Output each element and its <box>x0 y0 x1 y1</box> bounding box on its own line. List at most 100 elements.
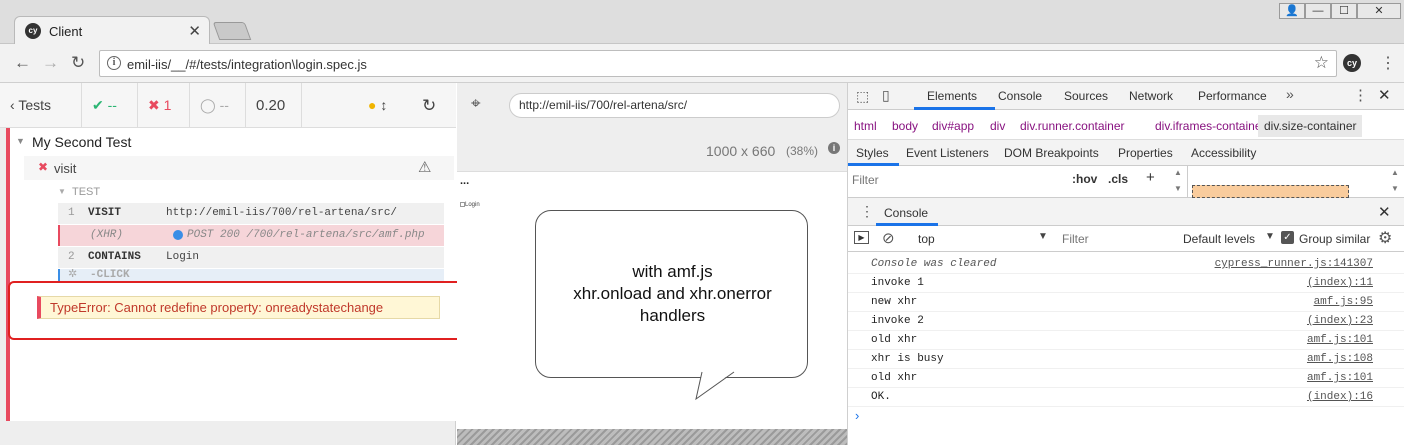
console-source-link[interactable]: amf.js:95 <box>1314 293 1373 312</box>
subtab-accessibility[interactable]: Accessibility <box>1191 146 1256 160</box>
console-message: old xhr amf.js:101 <box>848 369 1404 388</box>
console-settings-gear-icon[interactable]: ⚙ <box>1378 228 1392 248</box>
breadcrumb-item[interactable]: div <box>990 119 1005 133</box>
subtab-dom-breakpoints[interactable]: DOM Breakpoints <box>1004 146 1099 160</box>
new-tab-button[interactable] <box>212 22 252 40</box>
breadcrumb-item[interactable]: div.runner.container <box>1020 119 1125 133</box>
close-window-button[interactable]: ✕ <box>1357 3 1401 19</box>
console-source-link[interactable]: (index):11 <box>1307 274 1373 293</box>
clear-console-icon[interactable]: ⊘ <box>882 229 895 247</box>
bubble-tail <box>695 371 735 401</box>
console-prompt-icon[interactable]: › <box>855 408 859 423</box>
browser-titlebar: cy Client ✕ 👤 — ☐ ✕ <box>0 0 1404 45</box>
viewport-scale: (38%) <box>786 144 819 158</box>
console-source-link[interactable]: (index):16 <box>1307 388 1373 407</box>
subtab-styles[interactable]: Styles <box>856 146 889 160</box>
drawer-close-icon[interactable]: ✕ <box>1378 203 1391 221</box>
box-scroll-down-icon[interactable]: ▼ <box>1391 184 1399 193</box>
caret-down-icon[interactable]: ▼ <box>16 136 25 146</box>
highlight-annotation <box>8 281 484 340</box>
reporter-header: ‹ Tests ✔ -- ✖ 1 ◯ -- 0.20 ● ↕ ↻ <box>0 83 456 128</box>
xhr-row[interactable]: (XHR) POST 200 /700/rel-artena/src/amf.p… <box>58 225 444 246</box>
address-url[interactable]: emil-iis/__/#/tests/integration\login.sp… <box>127 57 367 72</box>
forward-icon[interactable]: → <box>42 53 59 73</box>
breadcrumb-item[interactable]: div.iframes-container <box>1155 119 1265 133</box>
tests-button[interactable]: ‹ Tests <box>0 83 82 128</box>
console-source-link[interactable]: amf.js:101 <box>1307 369 1373 388</box>
console-source-link[interactable]: amf.js:101 <box>1307 331 1373 350</box>
browser-toolbar: ← → ↻ i emil-iis/__/#/tests/integration\… <box>0 44 1404 83</box>
devtools-tabbar: ⬚ ▯ Elements Console Sources Network Per… <box>848 83 1404 110</box>
context-dropdown-icon[interactable]: ▼ <box>1038 231 1048 242</box>
cls-toggle[interactable]: .cls <box>1108 172 1128 186</box>
auto-scroll-toggle[interactable]: ● ↕ <box>302 83 412 128</box>
browser-tab[interactable]: cy Client ✕ <box>14 16 210 45</box>
command-name: CONTAINS <box>88 251 141 263</box>
console-source-link[interactable]: cypress_runner.js:141307 <box>1215 255 1373 274</box>
console-source-link[interactable]: amf.js:108 <box>1307 350 1373 369</box>
breadcrumb-item[interactable]: body <box>892 119 918 133</box>
address-bar[interactable]: i emil-iis/__/#/tests/integration\login.… <box>99 50 1337 77</box>
maximize-button[interactable]: ☐ <box>1331 3 1357 19</box>
devtools-close-icon[interactable]: ✕ <box>1378 86 1391 104</box>
tab-network[interactable]: Network <box>1129 89 1173 103</box>
rerun-icon[interactable]: ↻ <box>412 83 456 128</box>
scroll-up-icon[interactable]: ▲ <box>1174 168 1182 177</box>
chevron-left-icon: ‹ <box>10 97 15 113</box>
scroll-down-icon[interactable]: ▼ <box>1174 184 1182 193</box>
back-icon[interactable]: ← <box>14 53 31 73</box>
caret-down-icon[interactable]: ▼ <box>58 187 66 196</box>
subtab-event-listeners[interactable]: Event Listeners <box>906 146 989 160</box>
styles-filter-input[interactable] <box>852 170 1060 190</box>
breadcrumb-item[interactable]: html <box>854 119 877 133</box>
xhr-dot-icon <box>173 230 183 240</box>
test-row[interactable]: ✖ visit ⚠ <box>24 156 454 180</box>
command-row[interactable]: 1 VISIT http://emil-iis/700/rel-artena/s… <box>58 203 444 224</box>
tab-performance[interactable]: Performance <box>1198 89 1267 103</box>
box-model-margin <box>1192 185 1349 198</box>
command-message: Login <box>166 251 200 263</box>
drawer-menu-icon[interactable]: ⋮ <box>860 203 874 220</box>
command-name: VISIT <box>88 207 122 219</box>
add-rule-icon[interactable]: + <box>1146 169 1155 186</box>
tab-console[interactable]: Console <box>998 89 1042 103</box>
reload-icon[interactable]: ↻ <box>71 53 85 73</box>
tests-label: Tests <box>18 97 51 113</box>
console-filter-input[interactable] <box>1062 230 1174 248</box>
drawer-tab-console[interactable]: Console <box>884 206 928 220</box>
suite-title[interactable]: My Second Test <box>32 134 131 150</box>
selector-playground-icon[interactable]: ⌖ <box>471 94 481 114</box>
pending-circle-icon: ◯ <box>200 97 216 113</box>
tab-elements[interactable]: Elements <box>927 89 977 103</box>
subtab-properties[interactable]: Properties <box>1118 146 1173 160</box>
levels-dropdown-icon[interactable]: ▼ <box>1265 231 1275 242</box>
bookmark-star-icon[interactable]: ☆ <box>1314 53 1329 73</box>
cypress-extension-icon[interactable]: cy <box>1343 54 1361 72</box>
command-row[interactable]: 2 CONTAINS Login <box>58 247 444 268</box>
profile-icon[interactable]: 👤 <box>1279 3 1305 19</box>
devtools-menu-icon[interactable]: ⋮ <box>1353 86 1368 104</box>
minimize-button[interactable]: — <box>1305 3 1331 19</box>
tab-sources[interactable]: Sources <box>1064 89 1108 103</box>
console-message-text: Console was cleared <box>871 258 997 270</box>
sidebar-toggle-icon[interactable]: ▶ <box>854 231 869 244</box>
console-source-link[interactable]: (index):23 <box>1307 312 1373 331</box>
device-toolbar-icon[interactable]: ▯ <box>882 87 890 104</box>
breadcrumb-item[interactable]: div#app <box>932 119 974 133</box>
browser-menu-icon[interactable]: ⋮ <box>1380 53 1396 73</box>
breadcrumb-item-active[interactable]: div.size-container <box>1258 115 1363 137</box>
inspect-element-icon[interactable]: ⬚ <box>856 88 869 105</box>
site-info-icon[interactable]: i <box>107 56 121 70</box>
command-number: 2 <box>68 251 75 263</box>
tab-close-icon[interactable]: ✕ <box>188 22 201 40</box>
annotation-line: with amf.js <box>632 262 713 281</box>
box-scroll-up-icon[interactable]: ▲ <box>1391 168 1399 177</box>
info-icon[interactable]: i <box>828 142 840 154</box>
more-tabs-icon[interactable]: » <box>1286 86 1294 102</box>
annotation-text: with amf.js xhr.onload and xhr.onerror h… <box>536 261 809 327</box>
context-select[interactable]: top <box>918 232 935 246</box>
log-levels-select[interactable]: Default levels <box>1183 232 1255 246</box>
group-similar-checkbox[interactable]: ✓ <box>1281 231 1294 244</box>
hov-toggle[interactable]: :hov <box>1072 172 1097 186</box>
login-image: Login <box>460 202 480 208</box>
